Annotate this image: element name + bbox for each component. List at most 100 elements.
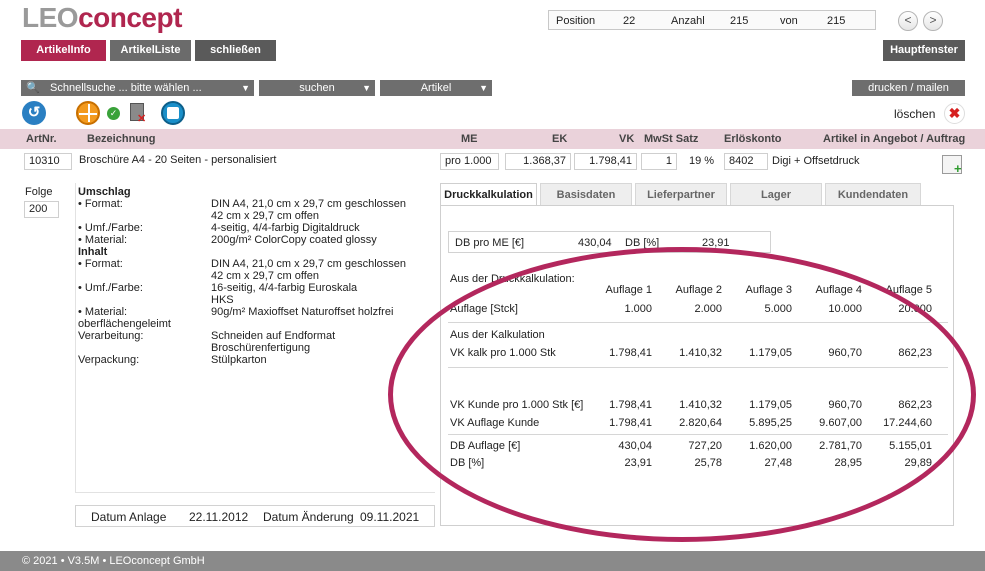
calc-cell: 1.798,41 [609,347,652,359]
print-mail-button[interactable]: drucken / mailen [852,80,965,96]
folge-field[interactable]: 200 [24,201,59,218]
position-value: 22 [623,15,636,27]
crosshair-h [79,113,97,115]
calc-row-auflage: Auflage [Stck] 1.000 2.000 5.000 10.000 20.00… [448,303,948,317]
description-line: 42 cm x 29,7 cm offen [78,270,418,282]
col-konto: Erlöskonto [724,133,782,145]
calc-cell: 1.620,00 [749,440,792,452]
calc-row-vk-kalk: VK kalk pro 1.000 Stk 1.798,41 1.410,32 1.1… [448,347,948,361]
calc-cell: 960,70 [828,399,862,411]
calculation-icon[interactable] [76,101,100,125]
bezeichnung-field[interactable]: Broschüre A4 - 20 Seiten - personalisier… [75,153,430,170]
x-mark: ✕ [137,113,147,125]
tab-druckkalkulation[interactable]: Druckkalkulation [440,183,537,205]
calc-header-4: Auflage 4 [815,284,862,296]
description-key: oberflächengeleimt [78,318,171,330]
description-value: Schneiden auf Endformat [211,330,336,342]
me-field[interactable]: pro 1.000 [440,153,499,170]
calc-cell: 9.607,00 [819,417,862,429]
mwst-pct: 19 % [689,155,715,167]
description-line: • Format: DIN A4, 21,0 cm x 29,7 cm gesch… [78,258,418,270]
anlage-label: Datum Anlage [91,510,167,524]
export-icon[interactable] [161,101,185,125]
calc-cell: 5.155,01 [889,440,932,452]
export-glyph [167,107,179,119]
ek-field[interactable]: 1.368,37 [505,153,571,170]
calc-cell: 1.179,05 [749,399,792,411]
calc-header-2: Auflage 2 [675,284,722,296]
konto-field[interactable]: 8402 [724,153,768,170]
delete-x-icon[interactable]: ✖ [944,103,965,124]
description-key: Verarbeitung: [78,330,144,342]
count-value: 215 [730,15,749,27]
description-value: 42 cm x 29,7 cm offen [211,270,320,282]
delete-label: löschen [894,107,936,121]
description-line: • Umf./Farbe: 4-seitig, 4/4-farbig Digita… [78,222,418,234]
description-key: • Umf./Farbe: [78,222,143,234]
search-label: suchen [299,82,335,94]
description-line: • Format: DIN A4, 21,0 cm x 29,7 cm gesch… [78,198,418,210]
calc-cell: 430,04 [618,440,652,452]
description-key: • Material: [78,306,128,318]
calc-cell: 2.781,70 [819,440,862,452]
description-key: • Format: [78,198,123,210]
kalk-section-title: Aus der Kalkulation [448,329,948,343]
db-pct-label: DB [%] [625,237,660,249]
calc-cell: 1.410,32 [679,347,722,359]
col-vk: VK [619,133,635,145]
vk-field[interactable]: 1.798,41 [574,153,637,170]
calc-cell: 5.000 [764,303,792,315]
prev-record-button[interactable]: < [898,11,918,31]
db-value: 430,04 [578,237,612,249]
description-key: Umschlag [78,186,131,198]
calc-cell: 28,95 [834,457,862,469]
mwst-code-field[interactable]: 1 [641,153,677,170]
type-label: Artikel [420,82,452,94]
calc-cell: 1.410,32 [679,399,722,411]
tab-basisdaten[interactable]: Basisdaten [540,183,632,205]
main-window-button[interactable]: Hauptfenster [883,40,965,61]
quicksearch-select[interactable]: 🔍 Schnellsuche ... bitte wählen ... ▼ [21,80,254,96]
tab-artikelinfo[interactable]: ArtikelInfo [21,40,106,61]
artnr-field[interactable]: 10310 [24,153,72,170]
close-button[interactable]: schließen [195,40,276,61]
kalk-section-label: Aus der Kalkulation [450,329,545,341]
undo-icon[interactable]: ↺ [22,101,46,125]
next-record-button[interactable]: > [923,11,943,31]
type-select[interactable]: Artikel ▼ [380,80,492,96]
calc-header-row: Auflage 1 Auflage 2 Auflage 3 Auflage 4 Aufl… [448,284,948,298]
calc-cell: 862,23 [898,399,932,411]
calc-header-5: Auflage 5 [885,284,932,296]
description-line: 42 cm x 29,7 cm offen [78,210,418,222]
delete-document-icon[interactable]: ✕ [130,103,146,125]
description-key: • Material: [78,234,128,246]
calc-cell: 5.895,25 [749,417,792,429]
aenderung-value: 09.11.2021 [360,510,420,524]
calc-cell: 1.000 [624,303,652,315]
col-me: ME [461,133,478,145]
status-footer: © 2021 • V3.5M • LEOconcept GmbH [0,551,985,571]
description-line: oberflächengeleimt [78,318,418,330]
db-summary-box: DB pro ME [€] 430,04 DB [%] 23,91 [448,231,771,253]
description-line: HKS [78,294,418,306]
search-select[interactable]: suchen ▼ [259,80,375,96]
description-value: 90g/m² Maxioffset Naturoffset holzfrei [211,306,394,318]
check-icon[interactable]: ✓ [107,107,120,120]
add-to-offer-icon[interactable]: + [942,155,962,175]
tab-artikelliste[interactable]: ArtikelListe [110,40,191,61]
tab-lieferpartner[interactable]: Lieferpartner [635,183,727,205]
calc-panel [440,205,954,526]
calc-header-1: Auflage 1 [605,284,652,296]
col-artnr: ArtNr. [26,133,57,145]
search-icon: 🔍 [26,82,40,94]
calc-cell: 25,78 [694,457,722,469]
tab-kundendaten[interactable]: Kundendaten [825,183,921,205]
db-label: DB pro ME [€] [455,237,525,249]
col-mwst: MwSt Satz [644,133,699,145]
description-line: Umschlag [78,186,418,198]
tab-lager[interactable]: Lager [730,183,822,205]
col-ek: EK [552,133,568,145]
calc-cell: 727,20 [688,440,722,452]
calc-cell: 10.000 [828,303,862,315]
description-line: • Umf./Farbe: 16-seitig, 4/4-farbig Euros… [78,282,418,294]
